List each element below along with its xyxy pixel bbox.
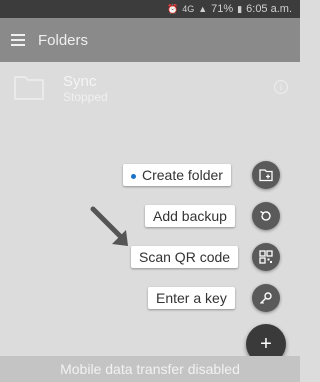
page-title: Folders [38, 31, 89, 49]
4g-icon: 4G [182, 4, 195, 14]
plus-icon: + [260, 333, 272, 355]
signal-icon: ▲ [198, 4, 208, 14]
enter-a-key-button[interactable] [252, 284, 280, 312]
pointer-arrow-icon [90, 206, 128, 246]
scan-qr-code-label[interactable]: Scan QR code [131, 246, 239, 268]
battery-percent: 71% [211, 3, 234, 15]
enter-a-key-label[interactable]: Enter a key [148, 287, 235, 309]
scan-qr-code-button[interactable] [252, 243, 280, 271]
menu-icon[interactable] [11, 34, 25, 46]
battery-icon: ▮ [237, 3, 243, 14]
create-folder-icon [259, 169, 273, 182]
add-backup-button[interactable] [252, 202, 280, 230]
add-backup-label[interactable]: Add backup [145, 205, 235, 227]
alarm-icon: ⏰ [167, 3, 179, 14]
highlight-dot [131, 173, 136, 179]
folder-status: Stopped [63, 90, 108, 104]
status-bar: ⏰ 4G ▲ 71% ▮ 6:05 a.m. [0, 0, 300, 18]
qr-code-icon [259, 250, 273, 264]
restore-backup-icon [260, 210, 271, 221]
app-toolbar: Folders [0, 18, 300, 62]
create-folder-label[interactable]: Create folder [123, 164, 231, 186]
folder-name: Sync [63, 73, 97, 90]
create-folder-button[interactable] [252, 161, 280, 189]
folder-text: Sync Stopped [63, 73, 108, 105]
folder-list-item[interactable]: Sync Stopped i [0, 62, 300, 118]
status-message-bar: Mobile data transfer disabled [0, 356, 300, 382]
clock: 6:05 a.m. [246, 3, 292, 15]
key-icon [260, 292, 272, 304]
info-icon[interactable]: i [274, 80, 288, 94]
folder-icon [14, 76, 44, 100]
